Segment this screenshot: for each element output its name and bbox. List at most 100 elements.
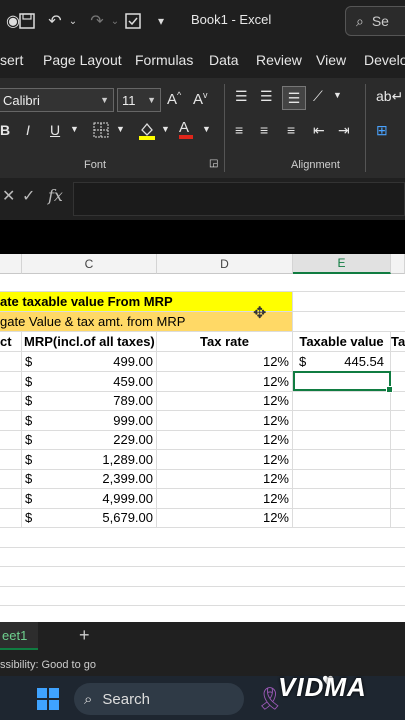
- table-cell-product[interactable]: [0, 469, 22, 489]
- increase-font-size-icon[interactable]: A^: [167, 90, 181, 108]
- tab-developer[interactable]: Develo: [364, 52, 405, 68]
- table-cell-tax-rate[interactable]: 12%: [157, 508, 293, 528]
- italic-icon[interactable]: I: [26, 122, 30, 138]
- table-cell-tax-amount[interactable]: [391, 391, 405, 411]
- table-cell-tax-amount[interactable]: [391, 411, 405, 431]
- table-cell-mrp[interactable]: $5,679.00: [22, 508, 157, 528]
- font-size-dropdown[interactable]: 11 ▼: [117, 88, 161, 112]
- empty-row[interactable]: [0, 547, 405, 567]
- decrease-indent-icon[interactable]: ⇤: [313, 122, 325, 139]
- cancel-icon[interactable]: ✕: [2, 186, 15, 206]
- decrease-font-size-icon[interactable]: Av: [193, 90, 208, 108]
- heading-cell-1[interactable]: ate taxable value From MRP: [0, 292, 293, 312]
- table-cell-tax-rate[interactable]: 12%: [157, 371, 293, 392]
- table-cell-product[interactable]: [0, 430, 22, 450]
- empty-row[interactable]: [0, 274, 405, 292]
- enter-icon[interactable]: ✓: [22, 186, 35, 206]
- table-cell-tax-amount[interactable]: [391, 489, 405, 509]
- chevron-down-icon[interactable]: ▼: [161, 124, 170, 134]
- table-cell-product[interactable]: [0, 410, 22, 431]
- accessibility-status[interactable]: ssibility: Good to go: [0, 659, 96, 671]
- table-cell-mrp[interactable]: $4,999.00: [22, 488, 157, 509]
- chevron-down-icon[interactable]: ▼: [70, 124, 79, 134]
- empty-cell[interactable]: [293, 312, 405, 332]
- wrap-text-icon[interactable]: ab↵: [376, 88, 403, 105]
- table-cell-tax-rate[interactable]: 12%: [157, 430, 293, 450]
- table-cell-tax-amount[interactable]: [391, 372, 405, 392]
- active-cell-selection[interactable]: [293, 371, 393, 393]
- underline-icon[interactable]: U: [50, 122, 60, 138]
- tab-page-layout[interactable]: Page Layout: [43, 52, 122, 68]
- search-box[interactable]: ⌕ Se: [345, 6, 405, 36]
- borders-icon[interactable]: [93, 122, 109, 141]
- empty-row[interactable]: [0, 528, 405, 548]
- table-cell-tax-rate[interactable]: 12%: [157, 391, 293, 411]
- table-cell-mrp[interactable]: $999.00: [22, 410, 157, 431]
- insert-function-icon[interactable]: fx: [48, 186, 63, 205]
- empty-cell[interactable]: [293, 292, 405, 312]
- table-cell-mrp[interactable]: $2,399.00: [22, 469, 157, 489]
- table-cell-tax-amount[interactable]: [391, 450, 405, 470]
- table-cell-taxable-value[interactable]: [293, 488, 391, 509]
- align-right-icon[interactable]: ≡: [287, 122, 295, 138]
- table-cell-product[interactable]: [0, 391, 22, 411]
- customize-quick-access-icon[interactable]: ▾: [150, 10, 172, 32]
- header-cell-tax-rate[interactable]: Tax rate: [157, 332, 293, 352]
- increase-indent-icon[interactable]: ⇥: [338, 122, 350, 139]
- taxable-value-cell[interactable]: $ 445.54: [293, 352, 391, 372]
- add-sheet-icon[interactable]: +: [79, 625, 90, 646]
- align-middle-icon[interactable]: ☰: [260, 88, 273, 105]
- table-cell-tax-rate[interactable]: 12%: [157, 469, 293, 489]
- windows-start-icon[interactable]: [37, 688, 59, 710]
- table-cell-taxable-value[interactable]: [293, 430, 391, 450]
- align-top-icon[interactable]: ☰: [235, 88, 248, 105]
- table-cell-product[interactable]: [0, 352, 22, 372]
- merge-center-icon[interactable]: ⊞: [376, 122, 388, 139]
- chevron-down-icon[interactable]: ▼: [333, 90, 342, 100]
- table-cell-tax-rate[interactable]: 12%: [157, 410, 293, 431]
- column-header-f[interactable]: [391, 254, 405, 274]
- align-center-icon[interactable]: ≡: [260, 122, 268, 138]
- chevron-down-icon[interactable]: ▼: [202, 124, 211, 134]
- tab-view[interactable]: View: [316, 52, 346, 68]
- align-bottom-icon[interactable]: ☰: [282, 86, 306, 110]
- table-cell-mrp[interactable]: $789.00: [22, 391, 157, 411]
- sheet-tab-sheet1[interactable]: eet1: [0, 622, 38, 650]
- table-cell-taxable-value[interactable]: [293, 391, 391, 411]
- table-cell-tax-amount[interactable]: [391, 508, 405, 528]
- table-cell-taxable-value[interactable]: [293, 410, 391, 431]
- align-left-icon[interactable]: ≡: [235, 122, 243, 138]
- table-cell-taxable-value[interactable]: [293, 449, 391, 470]
- empty-row[interactable]: [0, 567, 405, 587]
- column-header-c[interactable]: C: [22, 254, 157, 274]
- empty-row[interactable]: [0, 586, 405, 606]
- tab-formulas[interactable]: Formulas: [135, 52, 193, 68]
- header-cell-mrp[interactable]: MRP(incl.of all taxes): [22, 332, 157, 352]
- table-cell-product[interactable]: [0, 371, 22, 392]
- table-cell-mrp[interactable]: $229.00: [22, 430, 157, 450]
- column-header-d[interactable]: D: [157, 254, 293, 274]
- header-cell-tax-amount[interactable]: Ta: [391, 332, 405, 352]
- save-icon[interactable]: [16, 10, 38, 32]
- formula-input[interactable]: [73, 182, 405, 216]
- column-header-e[interactable]: E: [293, 254, 391, 274]
- table-cell-tax-rate[interactable]: 12%: [157, 488, 293, 509]
- tab-insert[interactable]: sert: [0, 52, 23, 68]
- heading-cell-2[interactable]: gate Value & tax amt. from MRP: [0, 312, 293, 332]
- table-cell-tax-rate[interactable]: 12%: [157, 449, 293, 470]
- header-cell-product[interactable]: ct: [0, 332, 22, 352]
- font-dialog-launcher-icon[interactable]: ◲: [209, 158, 218, 169]
- table-cell-taxable-value[interactable]: [293, 469, 391, 489]
- header-cell-taxable-value[interactable]: Taxable value: [293, 332, 391, 352]
- table-cell-product[interactable]: [0, 488, 22, 509]
- bold-icon[interactable]: B: [0, 122, 10, 138]
- table-cell-tax-rate[interactable]: 12%: [157, 352, 293, 372]
- table-cell-tax-amount[interactable]: [391, 469, 405, 489]
- chevron-down-icon[interactable]: ▼: [116, 124, 125, 134]
- undo-dropdown-icon[interactable]: ⌄: [62, 10, 84, 32]
- table-cell-mrp[interactable]: $1,289.00: [22, 449, 157, 470]
- table-cell-mrp[interactable]: $499.00: [22, 352, 157, 372]
- column-header-b[interactable]: [0, 254, 22, 274]
- fill-color-icon[interactable]: [138, 120, 156, 143]
- taskbar-search[interactable]: ⌕ Search: [74, 683, 244, 715]
